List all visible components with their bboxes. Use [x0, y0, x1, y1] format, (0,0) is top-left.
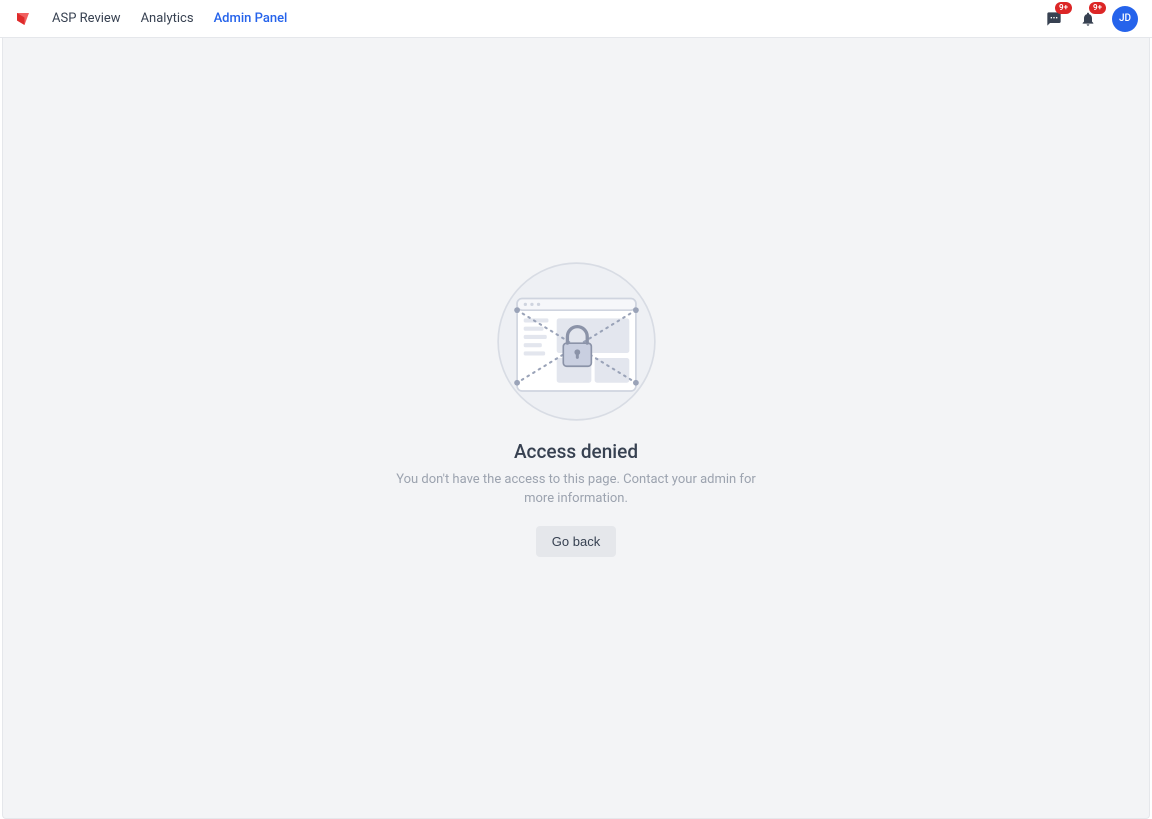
main-content: Access denied You don't have the access …	[2, 38, 1150, 819]
notifications-badge: 9+	[1089, 2, 1106, 14]
lock-illustration	[494, 259, 659, 424]
notifications-button[interactable]: 9+	[1078, 9, 1098, 29]
access-denied-title: Access denied	[514, 440, 638, 463]
top-header: ASP Review Analytics Admin Panel 9+ 9+ J…	[0, 0, 1152, 38]
access-denied-subtitle: You don't have the access to this page. …	[386, 471, 766, 507]
messages-badge: 9+	[1055, 2, 1072, 14]
app-logo[interactable]	[14, 10, 32, 28]
nav-analytics[interactable]: Analytics	[141, 11, 194, 26]
main-nav: ASP Review Analytics Admin Panel	[52, 11, 1044, 26]
header-actions: 9+ 9+ JD	[1044, 6, 1138, 32]
nav-admin-panel[interactable]: Admin Panel	[214, 11, 288, 26]
access-denied-panel: Access denied You don't have the access …	[386, 259, 766, 556]
messages-button[interactable]: 9+	[1044, 9, 1064, 29]
go-back-button[interactable]: Go back	[536, 526, 616, 557]
user-avatar[interactable]: JD	[1112, 6, 1138, 32]
nav-asp-review[interactable]: ASP Review	[52, 11, 121, 26]
